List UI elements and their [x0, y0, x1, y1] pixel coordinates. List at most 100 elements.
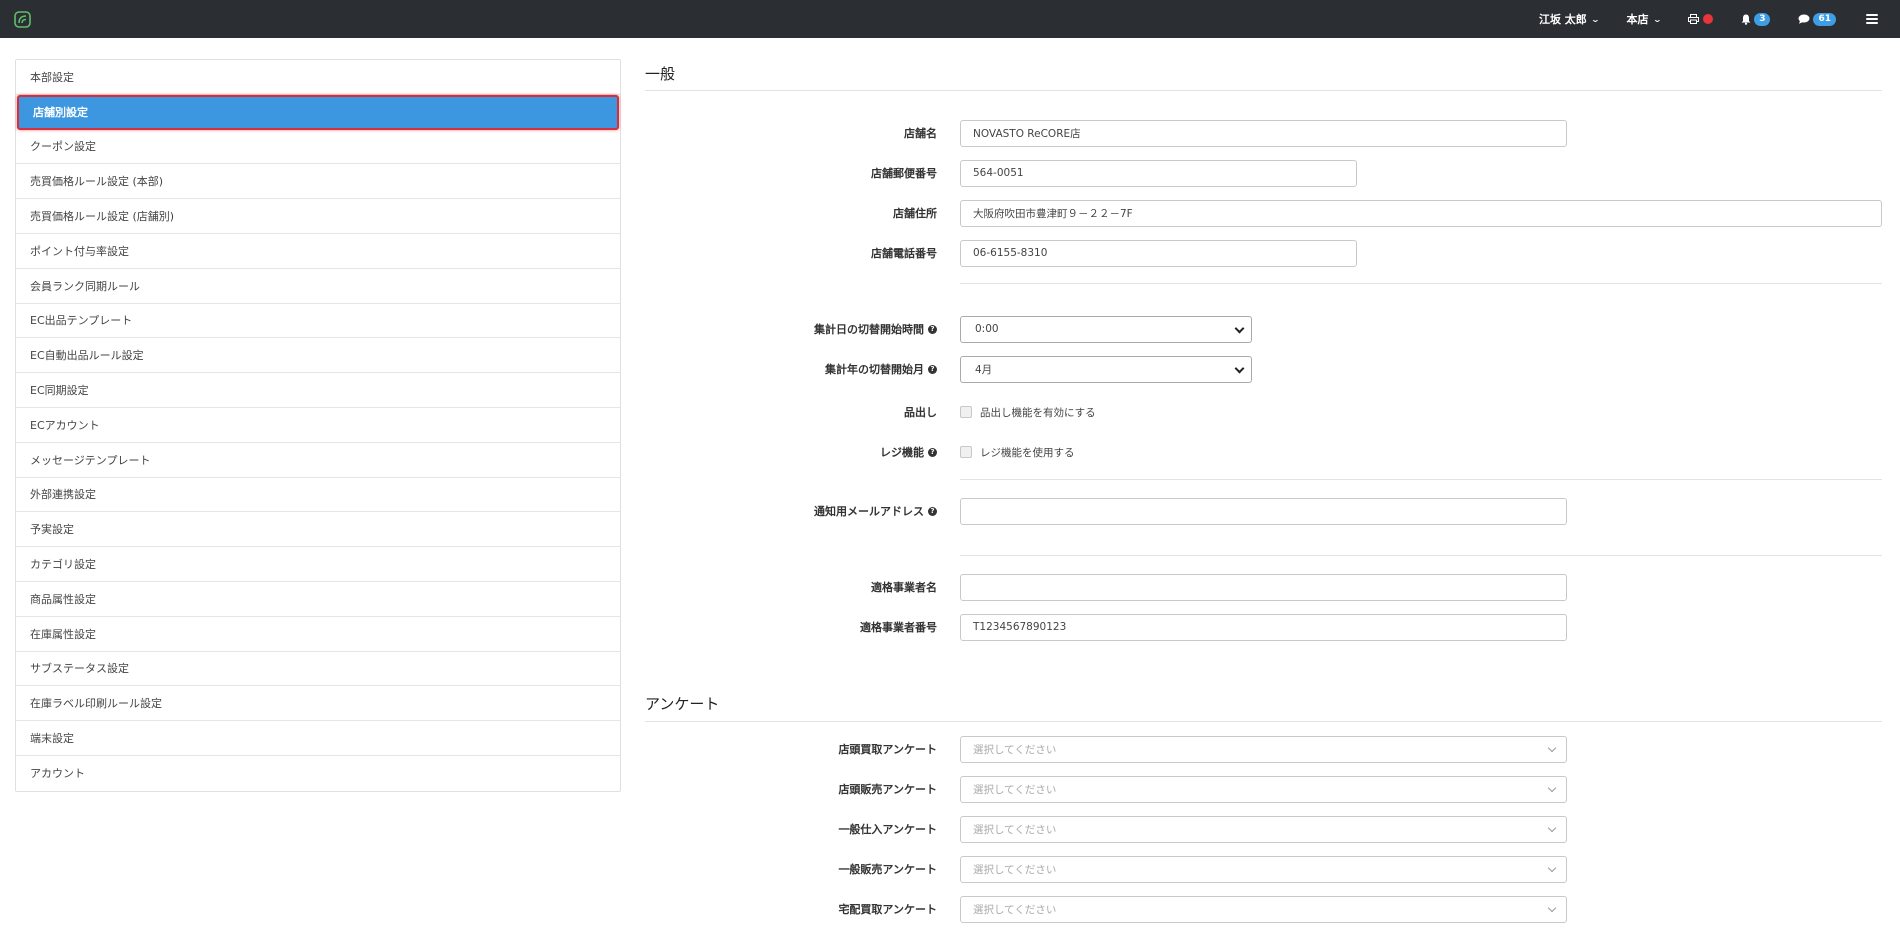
survey-row: 一般仕入アンケート 選択してください [645, 815, 1882, 843]
sidebar-item-ec-sync[interactable]: EC同期設定 [16, 373, 620, 408]
email-label: 通知用メールアドレス? [645, 503, 937, 519]
survey-select-general-sales[interactable]: 選択してください [960, 855, 1567, 883]
sidebar-item-hq-settings[interactable]: 本部設定 [16, 60, 620, 95]
day-switch-select[interactable]: 0:00 [960, 315, 1252, 343]
sidebar-item-product-attributes[interactable]: 商品属性設定 [16, 582, 620, 617]
printer-status-button[interactable] [1688, 14, 1714, 24]
survey-label: 店頭販売アンケート [838, 783, 937, 796]
year-switch-label: 集計年の切替開始月? [645, 361, 937, 377]
postal-code-input[interactable]: 564-0051 [960, 159, 1357, 187]
store-name-label: 店舗名 [904, 127, 937, 140]
help-icon[interactable]: ? [928, 447, 937, 457]
chevron-down-icon: ⌄ [1590, 14, 1600, 24]
display-checkbox-group[interactable]: 品出し機能を有効にする [960, 405, 1096, 420]
year-switch-row: 集計年の切替開始月? 4月 [645, 355, 1882, 383]
postal-code-row: 店舗郵便番号 564-0051 [645, 159, 1882, 187]
top-navbar: 江坂 太郎 ⌄ 本店 ⌄ 3 61 [0, 0, 1900, 38]
invoice-name-input[interactable] [960, 573, 1567, 601]
sidebar-item-point-rate[interactable]: ポイント付与率設定 [16, 234, 620, 269]
address-input[interactable]: 大阪府吹田市豊津町９－２２－7F [960, 199, 1882, 227]
display-label: 品出し [904, 406, 937, 419]
survey-label: 宅配買取アンケート [838, 903, 937, 916]
settings-sidebar: 本部設定 店舗別設定 クーポン設定 売買価格ルール設定 (本部) 売買価格ルール… [15, 59, 621, 792]
sidebar-item-category[interactable]: カテゴリ設定 [16, 547, 620, 582]
notifications-button[interactable]: 3 [1741, 12, 1771, 26]
display-row: 品出し 品出し機能を有効にする [645, 400, 1882, 424]
messages-button[interactable]: 61 [1798, 12, 1836, 26]
store-menu[interactable]: 本店 ⌄ [1627, 11, 1662, 27]
survey-row: 宅配買取アンケート 選択してください [645, 895, 1882, 923]
register-label: レジ機能? [645, 444, 937, 460]
survey-select-general-stock[interactable]: 選択してください [960, 815, 1567, 843]
printer-icon [1688, 14, 1700, 24]
app-logo-icon[interactable] [14, 11, 31, 28]
sidebar-item-ec-auto-listing[interactable]: EC自動出品ルール設定 [16, 338, 620, 374]
register-checkbox-group[interactable]: レジ機能を使用する [960, 445, 1075, 460]
sidebar-item-substatus[interactable]: サブステータス設定 [16, 652, 620, 687]
survey-label: 一般仕入アンケート [838, 823, 937, 836]
chevron-down-icon [1547, 823, 1557, 832]
chevron-down-icon [1547, 783, 1557, 792]
notification-count-badge: 3 [1754, 12, 1771, 26]
divider [960, 555, 1882, 556]
divider [960, 479, 1882, 480]
main-content: 一般 店舗名 NOVASTO ReCORE店 店舗郵便番号 564-0051 店… [645, 59, 1882, 923]
year-switch-select[interactable]: 4月 [960, 355, 1252, 383]
chevron-down-icon [1547, 863, 1557, 872]
invoice-name-label: 適格事業者名 [871, 581, 937, 594]
postal-code-label: 店舗郵便番号 [871, 167, 937, 180]
survey-row: 店頭販売アンケート 選択してください [645, 775, 1882, 803]
bell-icon [1741, 14, 1751, 25]
user-name: 江坂 太郎 [1538, 13, 1587, 26]
sidebar-item-member-rank-sync[interactable]: 会員ランク同期ルール [16, 269, 620, 304]
section-title-general: 一般 [645, 59, 1882, 91]
chevron-down-icon [1234, 323, 1245, 333]
hamburger-menu-icon[interactable] [1866, 14, 1878, 24]
help-icon[interactable]: ? [928, 506, 937, 516]
divider [960, 283, 1882, 284]
day-switch-label: 集計日の切替開始時間? [645, 321, 937, 337]
survey-select-store-purchase[interactable]: 選択してください [960, 735, 1567, 763]
email-row: 通知用メールアドレス? [645, 497, 1882, 525]
sidebar-item-ec-listing-template[interactable]: EC出品テンプレート [16, 304, 620, 339]
help-icon[interactable]: ? [928, 364, 937, 374]
sidebar-item-account[interactable]: アカウント [16, 756, 620, 791]
phone-input[interactable]: 06-6155-8310 [960, 239, 1357, 267]
sidebar-item-stock-attributes[interactable]: 在庫属性設定 [16, 617, 620, 652]
register-row: レジ機能? レジ機能を使用する [645, 440, 1882, 464]
sidebar-item-external-integration[interactable]: 外部連携設定 [16, 478, 620, 513]
display-checkbox[interactable] [960, 406, 972, 418]
email-input[interactable] [960, 497, 1567, 525]
register-checkbox[interactable] [960, 446, 972, 458]
store-name-input[interactable]: NOVASTO ReCORE店 [960, 119, 1567, 147]
register-checkbox-label: レジ機能を使用する [980, 446, 1075, 459]
user-menu[interactable]: 江坂 太郎 ⌄ [1538, 11, 1600, 27]
invoice-name-row: 適格事業者名 [645, 573, 1882, 601]
survey-label: 一般販売アンケート [838, 863, 937, 876]
sidebar-item-message-template[interactable]: メッセージテンプレート [16, 443, 620, 478]
sidebar-item-store-settings[interactable]: 店舗別設定 [17, 94, 619, 130]
survey-label: 店頭買取アンケート [838, 743, 937, 756]
sidebar-item-ec-account[interactable]: ECアカウント [16, 408, 620, 443]
sidebar-item-price-rules-store[interactable]: 売買価格ルール設定 (店舗別) [16, 199, 620, 234]
phone-row: 店舗電話番号 06-6155-8310 [645, 239, 1882, 267]
address-row: 店舗住所 大阪府吹田市豊津町９－２２－7F [645, 199, 1882, 227]
store-name-row: 店舗名 NOVASTO ReCORE店 [645, 119, 1882, 147]
sidebar-item-coupon-settings[interactable]: クーポン設定 [16, 130, 620, 165]
sidebar-item-budget-actual[interactable]: 予実設定 [16, 512, 620, 548]
sidebar-item-terminal[interactable]: 端末設定 [16, 721, 620, 756]
sidebar-item-stock-label-print[interactable]: 在庫ラベル印刷ルール設定 [16, 686, 620, 722]
survey-select-delivery-purchase[interactable]: 選択してください [960, 895, 1567, 923]
invoice-number-input[interactable]: T1234567890123 [960, 613, 1567, 641]
help-icon[interactable]: ? [928, 324, 937, 334]
section-title-survey: アンケート [645, 687, 1882, 722]
message-count-badge: 61 [1813, 12, 1836, 26]
sidebar-item-price-rules-hq[interactable]: 売買価格ルール設定 (本部) [16, 164, 620, 200]
phone-label: 店舗電話番号 [871, 247, 937, 260]
chevron-down-icon: ⌄ [1652, 14, 1662, 24]
chat-icon [1798, 14, 1810, 24]
address-label: 店舗住所 [893, 207, 937, 220]
printer-error-indicator [1703, 14, 1714, 24]
day-switch-row: 集計日の切替開始時間? 0:00 [645, 315, 1882, 343]
survey-select-store-sales[interactable]: 選択してください [960, 775, 1567, 803]
